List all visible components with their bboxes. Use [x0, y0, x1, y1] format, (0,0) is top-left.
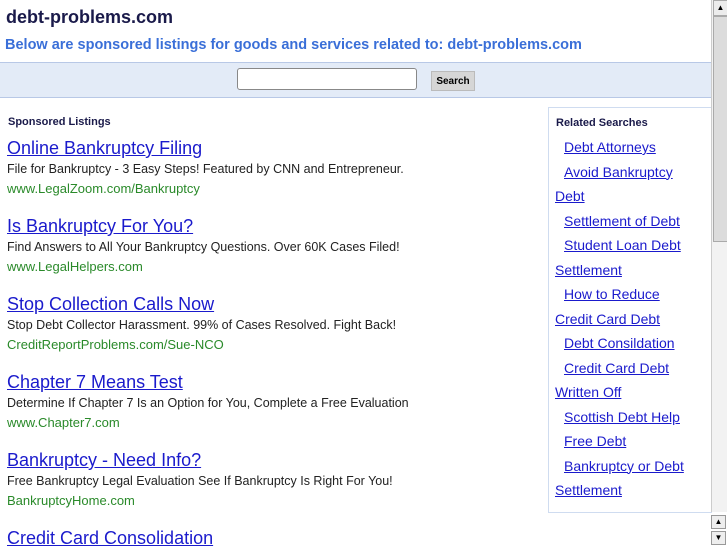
related-searches: Related Searches Debt Attorneys Avoid Ban… — [548, 107, 712, 513]
related-search-link[interactable]: Settlement — [555, 262, 622, 278]
related-search-link[interactable]: Free Debt — [564, 433, 626, 449]
listing-url[interactable]: BankruptcyHome.com — [7, 491, 393, 511]
related-search-link[interactable]: Written Off — [555, 384, 621, 400]
listing: Online Bankruptcy Filing File for Bankrup… — [7, 137, 404, 199]
related-search-link[interactable]: How to Reduce — [564, 286, 660, 302]
related-search-link[interactable]: Credit Card Debt — [555, 311, 660, 327]
listing-url[interactable]: www.Chapter7.com — [7, 413, 409, 433]
scroll-up-icon[interactable]: ▲ — [711, 515, 726, 529]
listing-title[interactable]: Is Bankruptcy For You? — [7, 215, 400, 237]
listing-title[interactable]: Online Bankruptcy Filing — [7, 137, 404, 159]
related-search-link[interactable]: Settlement — [555, 482, 622, 498]
listing-description: Stop Debt Collector Harassment. 99% of C… — [7, 318, 397, 332]
listing-url[interactable]: CreditReportProblems.com/Sue-NCO — [7, 335, 396, 355]
related-search-link[interactable]: Settlement of Debt — [564, 213, 680, 229]
listing-title[interactable]: Bankruptcy - Need Info? — [7, 449, 393, 471]
related-search-link[interactable]: Credit Card Debt — [564, 360, 669, 376]
listing: Stop Collection Calls Now Stop Debt Colle… — [7, 293, 396, 355]
listing: Chapter 7 Means Test Determine If Chapter… — [7, 371, 409, 433]
vertical-scrollbar[interactable]: ▲ — [711, 0, 727, 512]
listing-description: Determine If Chapter 7 Is an Option for … — [7, 396, 409, 410]
related-search-link[interactable]: Debt Consildation — [564, 335, 675, 351]
scroll-up-icon[interactable]: ▲ — [713, 0, 727, 16]
listing-description: Free Bankruptcy Legal Evaluation See If … — [7, 474, 393, 488]
search-bar: Search — [0, 62, 711, 98]
related-search-link[interactable]: Avoid Bankruptcy — [564, 164, 673, 180]
listing-url[interactable]: www.LegalZoom.com/Bankruptcy — [7, 179, 404, 199]
related-search-link[interactable]: Debt Attorneys — [564, 139, 656, 155]
scrollbar-thumb[interactable] — [713, 16, 727, 242]
listing-title[interactable]: Credit Card Consolidation — [7, 527, 213, 549]
site-title: debt-problems.com — [6, 7, 174, 27]
subtitle: Below are sponsored listings for goods a… — [5, 37, 582, 53]
related-search-link[interactable]: Scottish Debt Help — [564, 409, 680, 425]
related-search-link[interactable]: Student Loan Debt — [564, 237, 681, 253]
search-button[interactable]: Search — [431, 71, 475, 91]
listing-url[interactable]: www.LegalHelpers.com — [7, 257, 400, 277]
listing-title[interactable]: Stop Collection Calls Now — [7, 293, 396, 315]
listing: Is Bankruptcy For You? Find Answers to Al… — [7, 215, 400, 277]
related-search-link[interactable]: Bankruptcy or Debt — [564, 458, 684, 474]
secondary-scroll-buttons: ▲ ▼ — [711, 515, 726, 545]
listing-title[interactable]: Chapter 7 Means Test — [7, 371, 409, 393]
sponsored-heading: Sponsored Listings — [8, 116, 111, 128]
related-search-link[interactable]: Debt — [555, 188, 585, 204]
listing-description: File for Bankruptcy - 3 Easy Steps! Feat… — [7, 162, 404, 176]
related-heading: Related Searches — [556, 117, 648, 129]
listing: Credit Card Consolidation — [7, 527, 213, 549]
listing: Bankruptcy - Need Info? Free Bankruptcy L… — [7, 449, 393, 511]
listing-description: Find Answers to All Your Bankruptcy Ques… — [7, 240, 400, 254]
search-input[interactable] — [237, 68, 417, 90]
scroll-down-icon[interactable]: ▼ — [711, 531, 726, 545]
